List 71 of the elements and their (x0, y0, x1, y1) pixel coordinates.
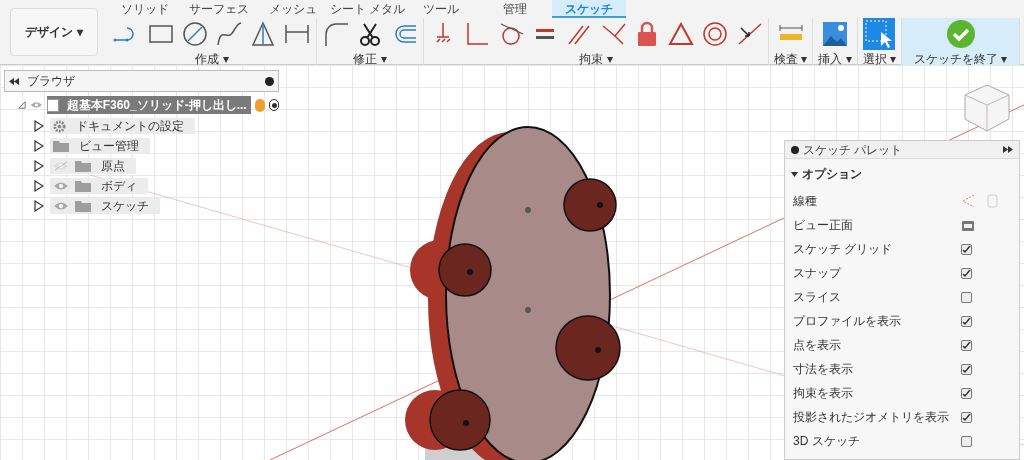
browser-title: ブラウザ (27, 73, 76, 90)
checkbox[interactable] (961, 363, 972, 375)
circle-tool-icon[interactable] (181, 20, 209, 48)
expand-arrow-icon[interactable] (34, 120, 44, 132)
option-label: 寸法を表示 (793, 361, 854, 378)
group-menu-label[interactable]: 作成 ▾ (195, 50, 229, 68)
expand-icon[interactable] (1003, 146, 1013, 153)
select-cursor-icon[interactable] (863, 18, 896, 50)
section-title[interactable]: オプション (802, 165, 862, 183)
palette-title: スケッチ パレット (803, 141, 904, 159)
group-menu-label[interactable]: 拘束 ▾ (579, 50, 613, 68)
concentric-icon[interactable] (701, 20, 729, 48)
checkbox[interactable] (961, 387, 972, 399)
folder-icon (75, 200, 91, 212)
option-label: プロファイルを表示 (793, 313, 902, 330)
group-menu-label[interactable]: 検査 ▾ (774, 50, 808, 68)
browser-item[interactable]: 原点 (50, 158, 136, 174)
checkbox[interactable] (961, 435, 972, 447)
checkbox[interactable] (961, 315, 972, 327)
spline-tool-icon[interactable] (215, 20, 243, 48)
expand-arrow-icon[interactable] (34, 160, 44, 172)
checkmark-icon[interactable] (945, 19, 976, 49)
browser-item[interactable]: ボディ (50, 178, 148, 194)
workspace-button[interactable]: デザイン ▾ (10, 8, 98, 56)
option-label: 拘束を表示 (793, 385, 854, 402)
ribbon-tab[interactable]: シート メタル (330, 0, 404, 18)
fillet-tool-icon[interactable] (322, 20, 350, 48)
minimize-icon[interactable] (265, 76, 274, 86)
expand-arrow-icon[interactable] (34, 200, 44, 212)
collapse-icon[interactable] (9, 77, 19, 85)
triangle-icon[interactable] (667, 20, 695, 48)
option-label: スケッチ グリッド (793, 241, 894, 258)
expand-arrow-icon[interactable] (34, 140, 44, 152)
checkbox[interactable] (961, 267, 972, 279)
ribbon-tab[interactable]: ツール (404, 0, 478, 18)
section-toggle-icon[interactable] (791, 170, 798, 178)
browser-item[interactable]: スケッチ (50, 198, 160, 214)
gear-icon (53, 119, 66, 133)
look-at-icon[interactable] (961, 218, 975, 232)
checkbox[interactable] (961, 339, 972, 351)
folder-icon (75, 180, 91, 192)
folder-icon (75, 160, 91, 172)
option-label: スライス (793, 289, 842, 306)
ribbon-tab[interactable]: ソリッド (108, 0, 182, 18)
image-icon[interactable] (821, 20, 849, 48)
ribbon-tab[interactable]: 管理 (478, 0, 552, 18)
expand-arrow-icon[interactable] (34, 180, 44, 192)
option-label: 点を表示 (793, 337, 842, 354)
component-name: 超基本F360_ソリッド-押し出し... (66, 97, 247, 114)
option-label: 線種 (793, 193, 818, 210)
folder-icon (53, 140, 69, 152)
component-item[interactable]: 超基本F360_ソリッド-押し出し... (46, 96, 251, 114)
triangle-tool-icon[interactable] (249, 20, 277, 48)
group-menu-label[interactable]: 挿入 ▾ (818, 50, 852, 68)
checkbox[interactable] (961, 243, 972, 255)
option-label: ビュー正面 (793, 217, 854, 234)
component-icon (46, 98, 59, 112)
minimize-icon[interactable] (791, 145, 799, 154)
option-label: 3D スケッチ (793, 433, 861, 450)
option-label: 投影されたジオメトリを表示 (793, 409, 950, 426)
view-cube-icon (964, 84, 1010, 132)
group-menu-label[interactable]: 修正 ▾ (353, 50, 387, 68)
group-menu-label[interactable]: 選択 ▾ (862, 50, 897, 68)
ribbon-tab[interactable]: サーフェス (182, 0, 256, 18)
browser-item[interactable]: ドキュメントの設定 (50, 118, 195, 134)
option-label: スナップ (793, 265, 843, 282)
checkbox[interactable] (961, 411, 972, 423)
collapse-triangle-icon[interactable] (18, 100, 26, 110)
browser-item[interactable]: ビュー管理 (50, 138, 150, 154)
ribbon-tab[interactable]: メッシュ (256, 0, 330, 18)
checkbox[interactable] (961, 291, 972, 303)
